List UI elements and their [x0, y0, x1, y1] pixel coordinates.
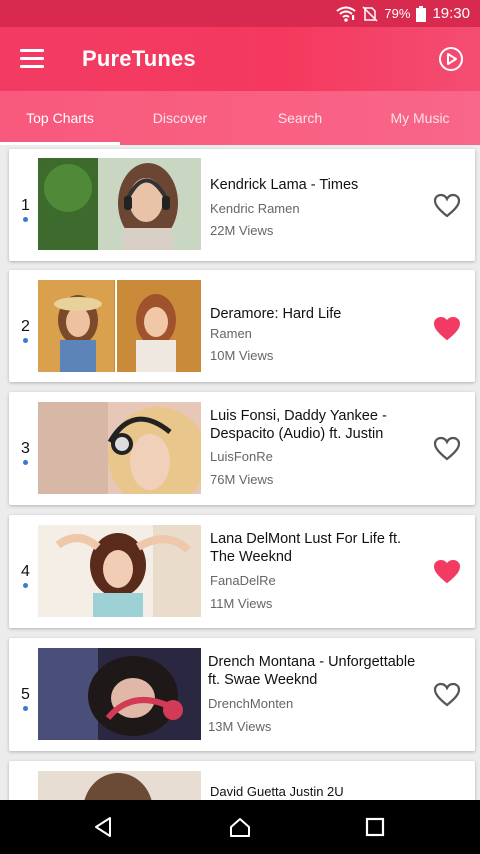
- song-artist: DrenchMonten: [208, 696, 294, 711]
- song-thumbnail[interactable]: [38, 771, 201, 800]
- song-title: David Guetta Justin 2U: [210, 784, 344, 799]
- song-rank: 3: [21, 440, 30, 457]
- hamburger-icon[interactable]: [20, 49, 44, 69]
- song-card[interactable]: 3 Luis Fonsi, Daddy Yankee - Despacito (…: [9, 392, 475, 505]
- system-nav-bar: [0, 800, 480, 854]
- song-artist: Kendric Ramen: [210, 201, 300, 216]
- clock: 19:30: [432, 5, 470, 22]
- home-icon[interactable]: [228, 815, 252, 839]
- tab-top-charts[interactable]: Top Charts: [0, 91, 120, 145]
- square-recents-icon[interactable]: [363, 815, 387, 839]
- app-bar: PureTunes: [0, 27, 480, 91]
- song-thumbnail[interactable]: [38, 280, 201, 372]
- song-rank: 2: [21, 318, 30, 335]
- song-card[interactable]: 2 Deramore: Hard Life Ramen 10M Views: [9, 270, 475, 382]
- rank-dot: [23, 338, 28, 343]
- tab-search[interactable]: Search: [240, 91, 360, 145]
- triangle-back-icon[interactable]: [91, 815, 115, 839]
- song-title: Kendrick Lama - Times: [210, 177, 359, 193]
- battery-percent: 79%: [384, 6, 411, 21]
- song-title: Luis Fonsi, Daddy Yankee - Despacito (Au…: [210, 408, 387, 442]
- rank-dot: [23, 583, 28, 588]
- heart-icon[interactable]: [433, 316, 461, 342]
- tab-discover[interactable]: Discover: [120, 91, 240, 145]
- heart-icon[interactable]: [433, 436, 461, 462]
- rank-dot: [23, 460, 28, 465]
- heart-icon[interactable]: [433, 559, 461, 585]
- song-thumbnail[interactable]: [38, 402, 201, 494]
- song-rank: 1: [21, 197, 30, 214]
- song-list[interactable]: 1 Kendrick Lama - Times Kendric Ramen 22…: [0, 145, 480, 800]
- song-card[interactable]: 4 Lana DelMont Lust For Life ft. The Wee…: [9, 515, 475, 628]
- song-views: 13M Views: [208, 719, 272, 734]
- song-rank: 5: [21, 686, 30, 703]
- tab-bar: Top Charts Discover Search My Music: [0, 91, 480, 145]
- play-circle-icon[interactable]: [438, 46, 464, 72]
- song-title: Lana DelMont Lust For Life ft. The Weekn…: [210, 531, 402, 565]
- tab-my-music[interactable]: My Music: [360, 91, 480, 145]
- wifi-icon: [336, 6, 357, 22]
- song-title: Drench Montana - Unforgettable ft. Swae …: [208, 654, 416, 688]
- song-artist: LuisFonRe: [210, 449, 273, 464]
- song-views: 76M Views: [210, 472, 274, 487]
- song-thumbnail[interactable]: [38, 158, 201, 250]
- status-bar: 79% 19:30: [0, 0, 480, 27]
- song-card[interactable]: 5 Drench Montana - Unforgettable ft. Swa…: [9, 638, 475, 751]
- song-card[interactable]: 1 Kendrick Lama - Times Kendric Ramen 22…: [9, 149, 475, 261]
- rank-dot: [23, 217, 28, 222]
- song-artist: Ramen: [210, 326, 252, 341]
- song-artist: FanaDelRe: [210, 573, 276, 588]
- song-rank: 4: [21, 563, 30, 580]
- song-views: 10M Views: [210, 348, 274, 363]
- song-thumbnail[interactable]: [38, 525, 201, 617]
- song-views: 22M Views: [210, 223, 274, 238]
- heart-icon[interactable]: [433, 682, 461, 708]
- rank-dot: [23, 706, 28, 711]
- song-title: Deramore: Hard Life: [210, 306, 342, 322]
- song-views: 11M Views: [210, 596, 273, 611]
- battery-icon: [416, 5, 427, 22]
- app-title: PureTunes: [82, 46, 196, 71]
- no-sim-icon: [362, 5, 378, 22]
- heart-icon[interactable]: [433, 193, 461, 219]
- song-card[interactable]: David Guetta Justin 2U: [9, 761, 475, 800]
- song-thumbnail[interactable]: [38, 648, 201, 740]
